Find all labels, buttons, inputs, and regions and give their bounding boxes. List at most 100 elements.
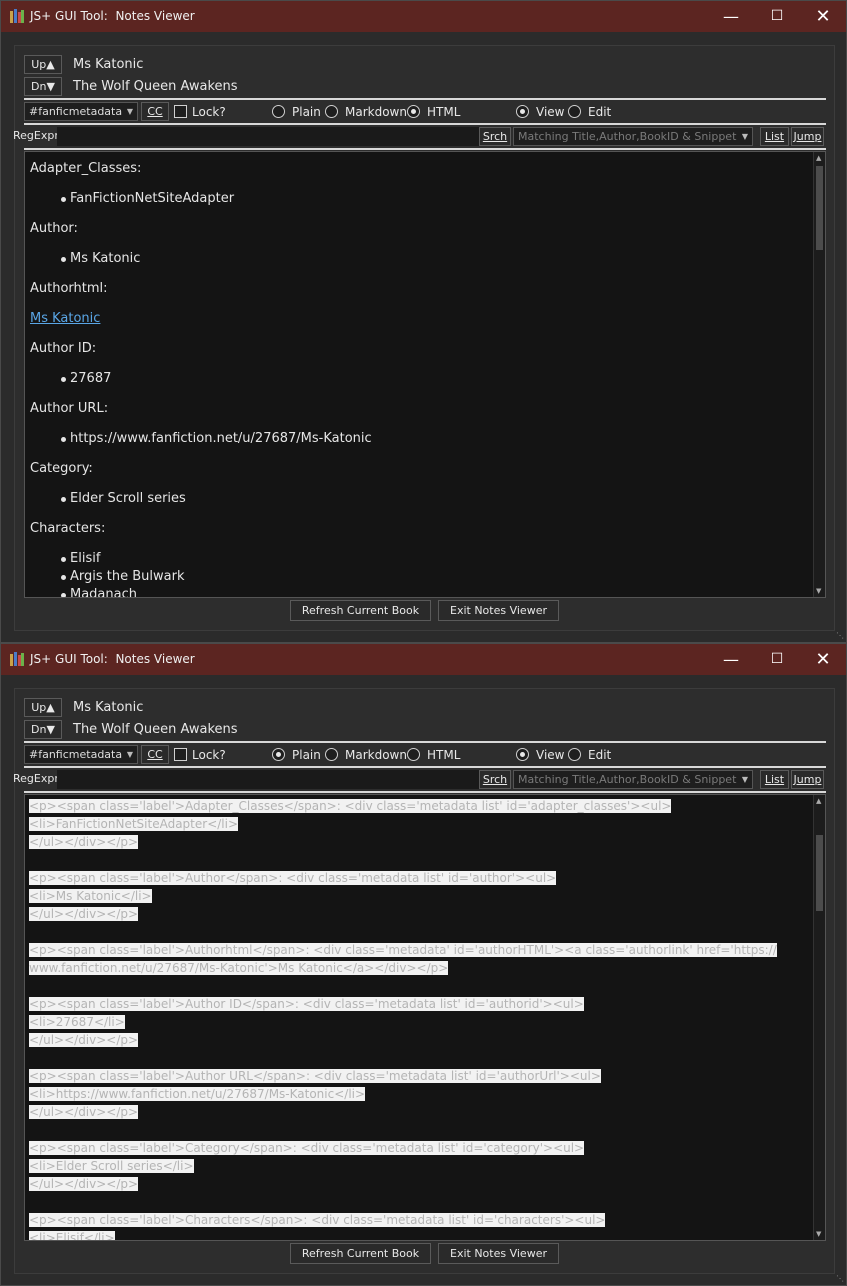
html-radio[interactable] (407, 105, 420, 118)
field-label: Characters: (30, 521, 106, 536)
exit-button[interactable]: Exit Notes Viewer (438, 1243, 559, 1264)
raw-html-text: <p><span class='label'>Adapter_Classes</… (29, 797, 777, 1240)
refresh-button[interactable]: Refresh Current Book (290, 1243, 431, 1264)
exit-button[interactable]: Exit Notes Viewer (438, 600, 559, 621)
minimize-icon[interactable]: — (708, 1, 754, 32)
list-button[interactable]: List (760, 127, 789, 146)
vertical-scrollbar[interactable]: ▲ ▼ (813, 795, 825, 1240)
markdown-radio[interactable] (325, 105, 338, 118)
list-button[interactable]: List (760, 770, 789, 789)
notes-html-view[interactable]: Adapter_Classes: FanFictionNetSiteAdapte… (24, 151, 826, 598)
html-radio[interactable] (407, 748, 420, 761)
author-label: Ms Katonic (73, 700, 144, 715)
field-label: Author ID: (30, 341, 97, 356)
markdown-radio[interactable] (325, 748, 338, 761)
view-radio[interactable] (516, 105, 529, 118)
text-line: www.fanfiction.net/u/27687/Ms-Katonic'>M… (29, 961, 449, 975)
search-scope-combo[interactable]: Matching Title,Author,BookID & Snippet ▼ (513, 770, 753, 789)
text-line: <p><span class='label'>Category</span>: … (29, 1141, 585, 1155)
lock-label: Lock? (192, 105, 226, 119)
list-item: FanFictionNetSiteAdapter (30, 190, 372, 208)
text-line: </ul></div></p> (29, 1177, 139, 1191)
scroll-down-icon[interactable]: ▼ (816, 1230, 821, 1238)
scroll-up-icon[interactable]: ▲ (816, 154, 821, 162)
close-icon[interactable]: ✕ (800, 1, 846, 32)
markdown-radio-label: Markdown (345, 105, 407, 119)
list-item: Argis the Bulwark (30, 568, 372, 586)
lock-checkbox[interactable] (174, 748, 187, 761)
text-line: <p><span class='label'>Author ID</span>:… (29, 997, 584, 1011)
regexpr-label: RegExpr (13, 129, 59, 142)
resize-grip-icon[interactable]: ⋱ (836, 631, 844, 640)
vertical-scrollbar[interactable]: ▲ ▼ (813, 152, 825, 597)
regexpr-input[interactable] (57, 127, 480, 146)
notes-viewer-window-html: JS+ GUI Tool: Notes Viewer — ☐ ✕ Up▲ Ms … (0, 0, 847, 643)
search-button[interactable]: Srch (479, 770, 511, 789)
notes-plain-view[interactable]: <p><span class='label'>Adapter_Classes</… (24, 794, 826, 1241)
notes-viewer-window-plain: JS+ GUI Tool: Notes Viewer — ☐ ✕ Up▲ Ms … (0, 643, 847, 1286)
close-icon[interactable]: ✕ (800, 644, 846, 675)
maximize-icon[interactable]: ☐ (754, 1, 800, 32)
up-button[interactable]: Up▲ (24, 55, 62, 74)
text-line: <li>Elisif</li> (29, 1229, 777, 1240)
lock-checkbox[interactable] (174, 105, 187, 118)
author-link[interactable]: Ms Katonic (30, 311, 100, 326)
chevron-down-icon: ▼ (741, 775, 748, 784)
up-button[interactable]: Up▲ (24, 698, 62, 717)
divider (24, 98, 826, 100)
scroll-down-icon[interactable]: ▼ (816, 587, 821, 595)
text-line: <p><span class='label'>Author URL</span>… (29, 1069, 601, 1083)
edit-radio-label: Edit (588, 105, 612, 119)
viewer-panel: Up▲ Ms Katonic Dn▼ The Wolf Queen Awaken… (13, 45, 835, 631)
lock-label: Lock? (192, 748, 226, 762)
title-bar[interactable]: JS+ GUI Tool: Notes Viewer — ☐ ✕ (1, 644, 846, 675)
view-radio-label: View (536, 748, 565, 762)
viewer-panel: Up▲ Ms Katonic Dn▼ The Wolf Queen Awaken… (13, 688, 835, 1274)
minimize-icon[interactable]: — (708, 644, 754, 675)
jump-button[interactable]: Jump (791, 770, 824, 789)
maximize-icon[interactable]: ☐ (754, 644, 800, 675)
text-line: <li>Ms Katonic</li> (29, 889, 152, 903)
view-radio-label: View (536, 105, 565, 119)
text-line: <p><span class='label'>Authorhtml</span>… (29, 943, 777, 957)
edit-radio[interactable] (568, 748, 581, 761)
jump-button[interactable]: Jump (791, 127, 824, 146)
app-books-icon (10, 9, 24, 23)
regexpr-label: RegExpr (13, 772, 59, 785)
search-button[interactable]: Srch (479, 127, 511, 146)
field-label: Author: (30, 221, 78, 236)
text-line: <li>Elder Scroll series</li> (29, 1159, 194, 1173)
view-radio[interactable] (516, 748, 529, 761)
search-scope-combo[interactable]: Matching Title,Author,BookID & Snippet ▼ (513, 127, 753, 146)
list-item: Elisif (30, 550, 372, 568)
book-title-label: The Wolf Queen Awakens (73, 79, 238, 94)
refresh-button[interactable]: Refresh Current Book (290, 600, 431, 621)
cc-button[interactable]: CC (141, 745, 169, 764)
author-label: Ms Katonic (73, 57, 144, 72)
title-bar[interactable]: JS+ GUI Tool: Notes Viewer — ☐ ✕ (1, 1, 846, 32)
cc-button[interactable]: CC (141, 102, 169, 121)
scroll-thumb[interactable] (816, 166, 823, 250)
plain-radio[interactable] (272, 105, 285, 118)
window-title: JS+ GUI Tool: Notes Viewer (30, 9, 195, 23)
scroll-thumb[interactable] (816, 835, 823, 911)
column-combo[interactable]: #fanficmetadata ▼ (24, 102, 138, 121)
resize-grip-icon[interactable]: ⋱ (836, 1274, 844, 1283)
text-line: </ul></div></p> (29, 1105, 139, 1119)
plain-radio-label: Plain (292, 748, 321, 762)
down-button[interactable]: Dn▼ (24, 77, 62, 96)
divider (24, 766, 826, 768)
edit-radio[interactable] (568, 105, 581, 118)
down-button[interactable]: Dn▼ (24, 720, 62, 739)
column-combo[interactable]: #fanficmetadata ▼ (24, 745, 138, 764)
markdown-radio-label: Markdown (345, 748, 407, 762)
regexpr-input[interactable] (57, 770, 480, 789)
field-label: Authorhtml: (30, 281, 108, 296)
list-item: Elder Scroll series (30, 490, 372, 508)
plain-radio[interactable] (272, 748, 285, 761)
scroll-up-icon[interactable]: ▲ (816, 797, 821, 805)
